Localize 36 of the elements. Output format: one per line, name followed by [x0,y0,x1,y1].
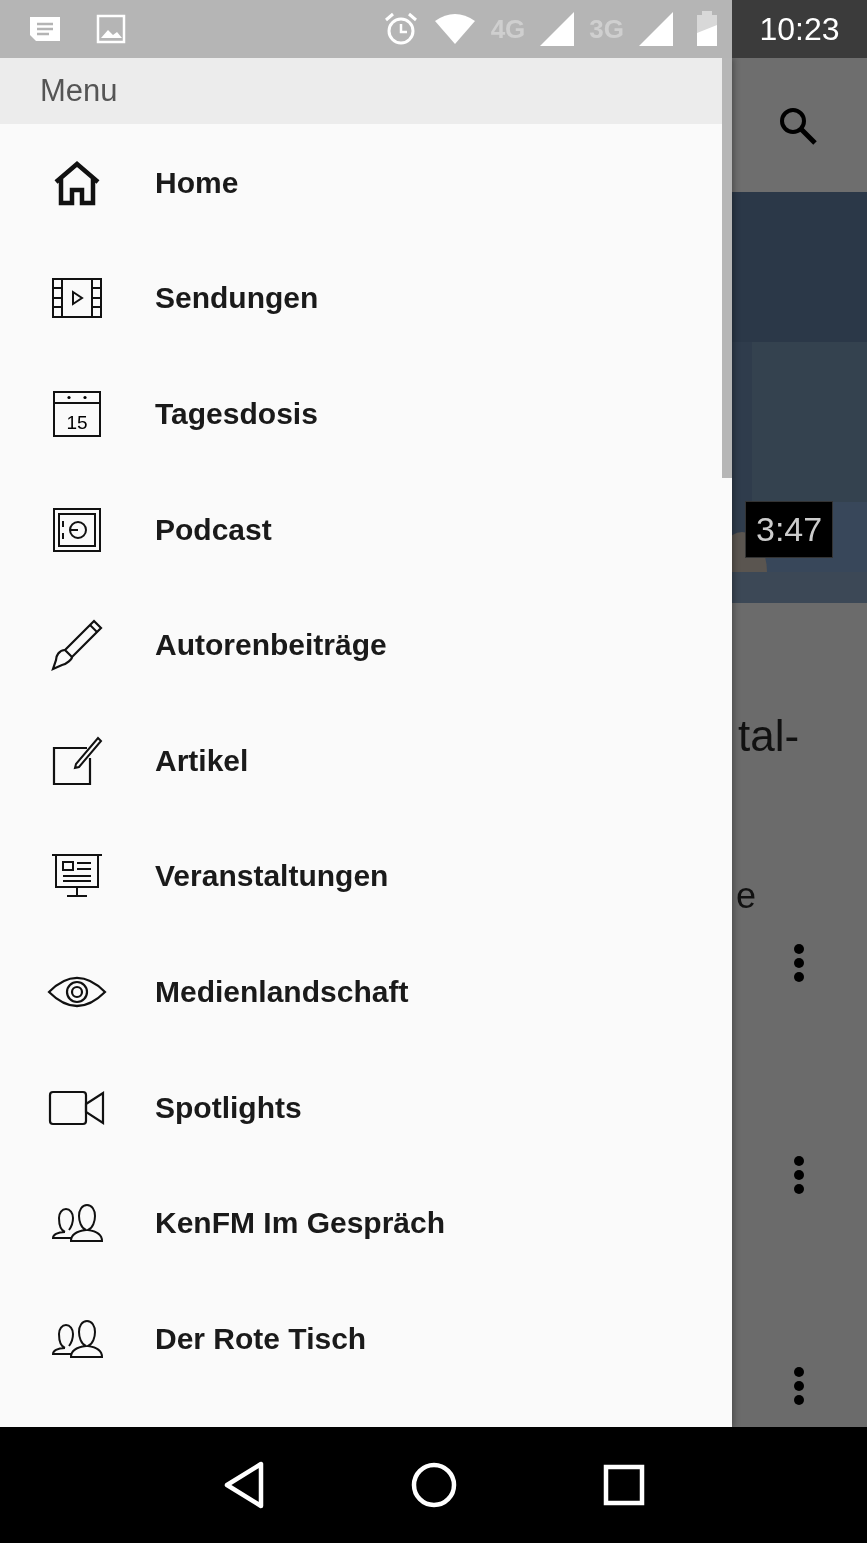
alarm-clock-icon [382,11,419,47]
more-options-icon[interactable] [793,1155,805,1195]
home-icon[interactable] [409,1461,458,1509]
menu-item[interactable]: Artikel [155,743,249,778]
more-options-icon[interactable] [793,1366,805,1406]
video-title: tal- [738,711,800,761]
menu-item[interactable]: Home [155,165,239,200]
note-pen-icon [50,735,103,786]
image-icon [96,14,126,44]
drawer-title: Menu [40,73,118,109]
calendar-day: 15 [65,412,88,433]
battery-icon [696,11,718,47]
more-options-icon[interactable] [793,943,805,983]
notification-icon [28,14,62,44]
presentation-board-icon [49,853,104,900]
menu-item[interactable]: Veranstaltungen [155,859,389,894]
signal-icon [539,11,576,47]
menu-item[interactable]: Autorenbeiträge [155,628,387,663]
brush-icon [49,618,104,673]
signal-icon [638,11,674,47]
menu-item[interactable]: Podcast [155,512,272,547]
menu-item[interactable]: Spotlights [155,1090,302,1125]
video-camera-icon [47,1089,106,1126]
menu-item[interactable]: Medienlandschaft [155,974,409,1009]
menu-item[interactable]: Tagesdosis [155,397,318,431]
video-duration: 3:47 [745,501,834,558]
menu-item[interactable]: KenFM Im Gespräch [155,1206,446,1241]
wifi-icon [432,13,477,45]
recents-icon[interactable] [602,1464,645,1506]
status-time: 10:23 [759,10,840,48]
film-strip-icon [50,277,103,320]
menu-item[interactable]: Der Rote Tisch [155,1321,367,1356]
safe-icon [51,506,102,553]
menu-item[interactable]: Sendungen [155,281,319,316]
video-subtitle: e [736,875,757,917]
back-icon[interactable] [222,1461,265,1509]
